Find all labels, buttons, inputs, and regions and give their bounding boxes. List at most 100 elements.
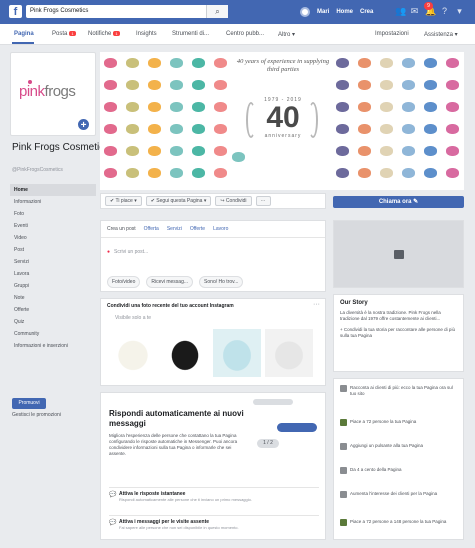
instagram-card-title: Condividi una foto recente del tuo accou… bbox=[107, 303, 234, 309]
search-icon[interactable]: ⌕ bbox=[206, 5, 228, 18]
top-nav-create[interactable]: Crea bbox=[360, 9, 373, 15]
composer-input[interactable]: ● Scrivi un post... bbox=[107, 249, 148, 255]
chevron-down-icon[interactable]: ▾ bbox=[455, 6, 464, 16]
product-swatch bbox=[402, 168, 415, 178]
tab-pagina[interactable]: Pagina bbox=[14, 31, 34, 37]
manage-promotions-link[interactable]: Gestisci le promozioni bbox=[12, 412, 61, 418]
composer-tab-offer[interactable]: Offerta bbox=[144, 226, 159, 232]
feeling-activity-button[interactable]: Sono/ Ho trov... bbox=[199, 276, 244, 288]
sidebar-item-lavora[interactable]: Lavora bbox=[10, 268, 96, 280]
promote-button[interactable]: Promuovi bbox=[12, 398, 46, 409]
tab-insights[interactable]: Insights bbox=[136, 31, 157, 37]
instagram-photo-4[interactable] bbox=[265, 329, 313, 377]
feed-item[interactable]: Da 4 a cento della Pagina bbox=[340, 467, 460, 474]
product-swatch bbox=[358, 58, 371, 68]
our-story-card: Our Story La diversità è la nostra tradi… bbox=[333, 294, 464, 372]
product-swatch bbox=[380, 58, 393, 68]
sidebar-item-offerte[interactable]: Offerte bbox=[10, 304, 96, 316]
messenger-icon[interactable]: ✉ bbox=[410, 6, 419, 16]
feed-item[interactable]: Aumenta l'interesse dei clienti per la P… bbox=[340, 491, 460, 498]
feed-item[interactable]: Racconta ai clienti di più: ecco la tua … bbox=[340, 385, 460, 397]
product-swatch bbox=[380, 80, 393, 90]
pagination-chip[interactable]: 1 / 2 bbox=[257, 439, 279, 448]
tab-notifiche[interactable]: Notifiche 1 bbox=[88, 31, 120, 37]
image-icon bbox=[394, 250, 404, 259]
sidebar-item-servizi[interactable]: Servizi bbox=[10, 256, 96, 268]
composer-tab-services[interactable]: Servizi bbox=[167, 226, 182, 232]
sidebar-item-video[interactable]: Video bbox=[10, 232, 96, 244]
page-actions-row: ✔ Ti piace ▾ ✔ Segui questa Pagina ▾ ↪ C… bbox=[100, 193, 326, 209]
laurel-left-icon bbox=[246, 102, 256, 138]
tab-altro[interactable]: Altro ▾ bbox=[278, 31, 295, 38]
instagram-photo-3[interactable] bbox=[213, 329, 261, 377]
sidebar-item-info-inserzioni[interactable]: Informazioni e inserzioni bbox=[10, 340, 96, 352]
page-handle[interactable]: @PinkFrogsCosmetics bbox=[12, 167, 63, 173]
tab-posta[interactable]: Posta 1 bbox=[52, 31, 76, 37]
more-button[interactable]: ··· bbox=[255, 196, 271, 206]
search-input[interactable]: Pink Frogs Cosmetics bbox=[26, 5, 228, 18]
instagram-card-subtitle: Visibile solo a te bbox=[115, 315, 152, 321]
instagram-photo-2[interactable] bbox=[161, 329, 209, 377]
sidebar-item-post[interactable]: Post bbox=[10, 244, 96, 256]
story-heading: Our Story bbox=[340, 300, 368, 306]
option-description: Fai sapere alle persone che non sei disp… bbox=[119, 525, 239, 530]
instagram-photo-1[interactable] bbox=[109, 329, 157, 377]
get-messages-button[interactable]: Ricevi messag... bbox=[146, 276, 194, 288]
call-now-button[interactable]: Chiama ora ✎ bbox=[333, 196, 464, 208]
tab-centro-pubblicazioni[interactable]: Centro pubb... bbox=[226, 31, 264, 37]
product-swatch bbox=[170, 80, 183, 90]
right-image-placeholder[interactable] bbox=[333, 220, 464, 288]
sidebar-item-note[interactable]: Note bbox=[10, 292, 96, 304]
sidebar-item-community[interactable]: Community bbox=[10, 328, 96, 340]
page-activity-feed: Racconta ai clienti di più: ecco la tua … bbox=[333, 378, 464, 540]
share-button[interactable]: ↪ Condividi bbox=[215, 196, 252, 206]
sidebar-item-eventi[interactable]: Eventi bbox=[10, 220, 96, 232]
photo-video-button[interactable]: Foto/video bbox=[107, 276, 141, 288]
away-messages-option[interactable]: 💬 Attiva i messaggi per le visite assent… bbox=[109, 515, 319, 530]
help-icon[interactable]: ? bbox=[440, 6, 449, 16]
product-swatch bbox=[104, 168, 117, 178]
product-swatch bbox=[424, 102, 437, 112]
add-photo-button[interactable]: + bbox=[77, 118, 90, 131]
top-nav-profile[interactable]: Mari bbox=[317, 9, 329, 15]
like-button[interactable]: ✔ Ti piace ▾ bbox=[105, 196, 142, 206]
product-swatch bbox=[148, 146, 161, 156]
chart-icon bbox=[340, 491, 347, 498]
sidebar-item-home[interactable]: Home bbox=[10, 184, 96, 196]
facebook-logo-icon[interactable]: f bbox=[9, 5, 22, 18]
sidebar-item-gruppi[interactable]: Gruppi bbox=[10, 280, 96, 292]
product-swatch bbox=[402, 146, 415, 156]
composer-tab-create-post[interactable]: Crea un post bbox=[107, 226, 136, 232]
feed-item[interactable]: Piace a 72 persone la tua Pagina bbox=[340, 419, 460, 426]
product-swatch bbox=[170, 58, 183, 68]
product-swatch bbox=[170, 146, 183, 156]
top-navigation-bar: f Pink Frogs Cosmetics ⌕ Mari Home Crea … bbox=[0, 0, 475, 24]
logo-frogs-text: frogs bbox=[44, 83, 76, 100]
auto-reply-cta-button[interactable] bbox=[277, 423, 317, 432]
composer-tab-offers[interactable]: Offerte bbox=[190, 226, 205, 232]
story-link[interactable]: + Condividi la tua storia per raccontare… bbox=[340, 327, 457, 339]
more-options-icon[interactable]: ··· bbox=[313, 301, 320, 308]
sidebar-item-quiz[interactable]: Quiz bbox=[10, 316, 96, 328]
sidebar-item-informazioni[interactable]: Informazioni bbox=[10, 196, 96, 208]
product-swatch bbox=[402, 124, 415, 134]
product-swatch bbox=[424, 146, 437, 156]
avatar[interactable] bbox=[300, 7, 310, 17]
page-tabs-bar: Pagina Posta 1 Notifiche 1 Insights Strume… bbox=[0, 24, 475, 45]
tab-impostazioni[interactable]: Impostazioni bbox=[375, 31, 409, 37]
product-swatch bbox=[148, 58, 161, 68]
tab-strumenti[interactable]: Strumenti di... bbox=[172, 31, 209, 37]
instant-replies-option[interactable]: 💬 Attiva le risposte istantanee Rispondi… bbox=[109, 487, 319, 502]
notification-icon bbox=[340, 385, 347, 392]
follow-button[interactable]: ✔ Segui questa Pagina ▾ bbox=[145, 196, 212, 206]
cover-photo[interactable]: 40 years of experience in supplying thir… bbox=[100, 52, 464, 190]
feed-item[interactable]: Aggiungi un pulsante alla tua Pagina bbox=[340, 443, 460, 450]
composer-tab-job[interactable]: Lavoro bbox=[213, 226, 228, 232]
friend-requests-icon[interactable]: 👥 bbox=[395, 6, 406, 16]
sidebar-item-foto[interactable]: Foto bbox=[10, 208, 96, 220]
feed-item[interactable]: Piace a 72 persone a 148 persone la tua … bbox=[340, 519, 460, 526]
product-swatch bbox=[214, 124, 227, 134]
tab-assistenza[interactable]: Assistenza ▾ bbox=[424, 31, 458, 38]
top-nav-home[interactable]: Home bbox=[336, 9, 353, 15]
product-swatch bbox=[446, 124, 459, 134]
